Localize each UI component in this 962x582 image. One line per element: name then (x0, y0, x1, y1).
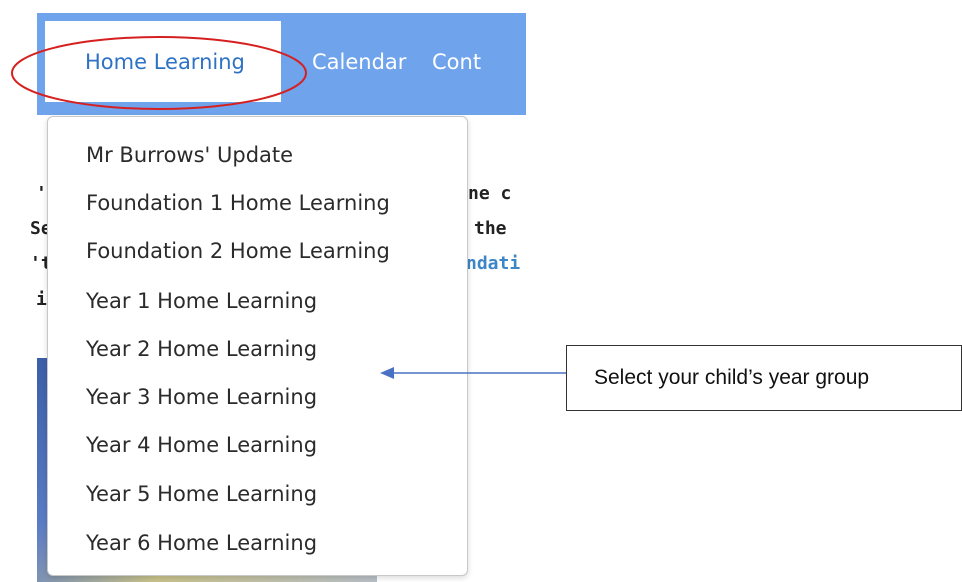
nav-item-calendar[interactable]: Calendar (312, 21, 406, 102)
menu-item-year-1[interactable]: Year 1 Home Learning (86, 286, 317, 316)
body-text-fragment: ' (36, 183, 47, 204)
menu-item-year-5[interactable]: Year 5 Home Learning (86, 479, 317, 509)
nav-item-contact[interactable]: Cont (432, 21, 481, 102)
menu-item-year-4[interactable]: Year 4 Home Learning (86, 430, 317, 460)
callout-text: Select your child’s year group (594, 366, 870, 389)
menu-item-foundation-2[interactable]: Foundation 2 Home Learning (86, 236, 390, 266)
menu-item-foundation-1[interactable]: Foundation 1 Home Learning (86, 188, 390, 218)
body-text-fragment: the (474, 218, 507, 239)
arrow-left-icon (380, 367, 566, 379)
red-highlight-oval (11, 36, 307, 110)
body-text-fragment: ne c (468, 183, 512, 204)
body-link-fragment[interactable]: ndati (466, 253, 520, 274)
menu-item-year-2[interactable]: Year 2 Home Learning (86, 334, 317, 364)
home-learning-dropdown-menu: Mr Burrows' Update Foundation 1 Home Lea… (47, 116, 468, 576)
menu-item-year-3[interactable]: Year 3 Home Learning (86, 382, 317, 412)
body-text-fragment: i (36, 289, 47, 310)
annotation-callout-box: Select your child’s year group (566, 345, 962, 411)
menu-item-year-6[interactable]: Year 6 Home Learning (86, 528, 317, 558)
menu-item-mr-burrows-update[interactable]: Mr Burrows' Update (86, 140, 293, 170)
